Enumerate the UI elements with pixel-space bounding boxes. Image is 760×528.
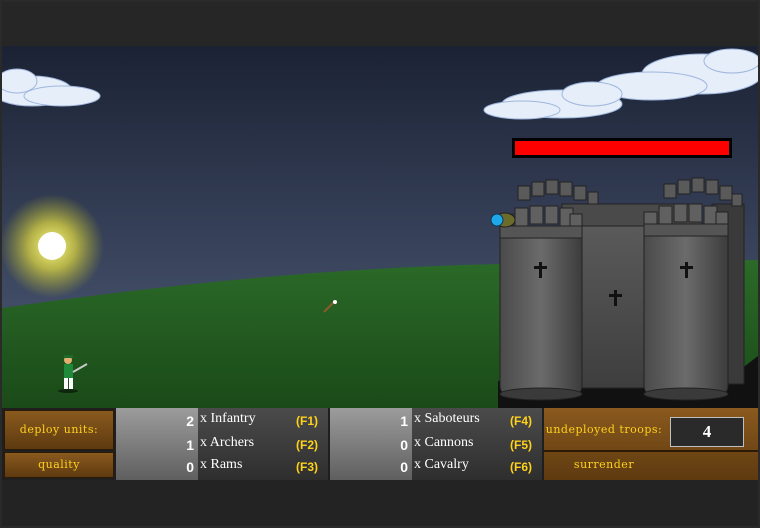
units-right-labels: x Saboteurs x Cannons x Cavalry (F4) (F5… (412, 408, 542, 480)
castle-health-fill (515, 141, 729, 155)
rams-count: 0 (186, 459, 194, 475)
sun (38, 232, 66, 260)
cannons-hotkey: (F5) (510, 438, 532, 452)
deploy-hud: deploy units: quality 2 1 0 x Infantry x… (2, 408, 758, 480)
infantry-hotkey: (F1) (296, 414, 318, 428)
battlefield-scene (2, 46, 758, 408)
troops-divider (544, 450, 758, 452)
castle (499, 177, 745, 401)
cavalry-label: x Cavalry (414, 457, 469, 472)
undeployed-troops-text: undeployed troops: (545, 423, 663, 436)
saboteurs-count: 1 (400, 413, 408, 429)
cavalry-hotkey: (F6) (510, 460, 532, 474)
surrender-label: surrender (573, 458, 635, 471)
saboteurs-hotkey: (F4) (510, 414, 532, 428)
top-bar (2, 2, 758, 46)
castle-health-bar (512, 138, 732, 158)
bottom-bar (2, 480, 758, 526)
quality-button[interactable]: quality (4, 452, 114, 478)
cannons-label: x Cannons (414, 435, 474, 450)
infantry-label: x Infantry (200, 411, 256, 426)
units-left-labels: x Infantry x Archers x Rams (F1) (F2) (F… (198, 408, 328, 480)
undeployed-troops-count: 4 (670, 417, 744, 447)
rams-label: x Rams (200, 457, 243, 472)
deploy-units-button[interactable]: deploy units: (4, 410, 114, 450)
infantry-count: 2 (186, 413, 194, 429)
deploy-units-label: deploy units: (19, 423, 99, 436)
archers-label: x Archers (200, 435, 255, 450)
surrender-button[interactable]: surrender (544, 452, 664, 478)
units-left-counts: 2 1 0 (116, 408, 198, 480)
rams-hotkey: (F3) (296, 460, 318, 474)
game-window: deploy units: quality 2 1 0 x Infantry x… (0, 0, 760, 528)
cavalry-count: 0 (400, 459, 408, 475)
undeployed-troops-label: undeployed troops: (544, 410, 664, 450)
archers-hotkey: (F2) (296, 438, 318, 452)
cannons-count: 0 (400, 437, 408, 453)
castle-defender (490, 212, 516, 228)
units-right-counts: 1 0 0 (330, 408, 412, 480)
battlefield-svg (2, 46, 758, 408)
archers-count: 1 (186, 437, 194, 453)
quality-label: quality (38, 458, 80, 471)
saboteurs-label: x Saboteurs (414, 411, 480, 426)
